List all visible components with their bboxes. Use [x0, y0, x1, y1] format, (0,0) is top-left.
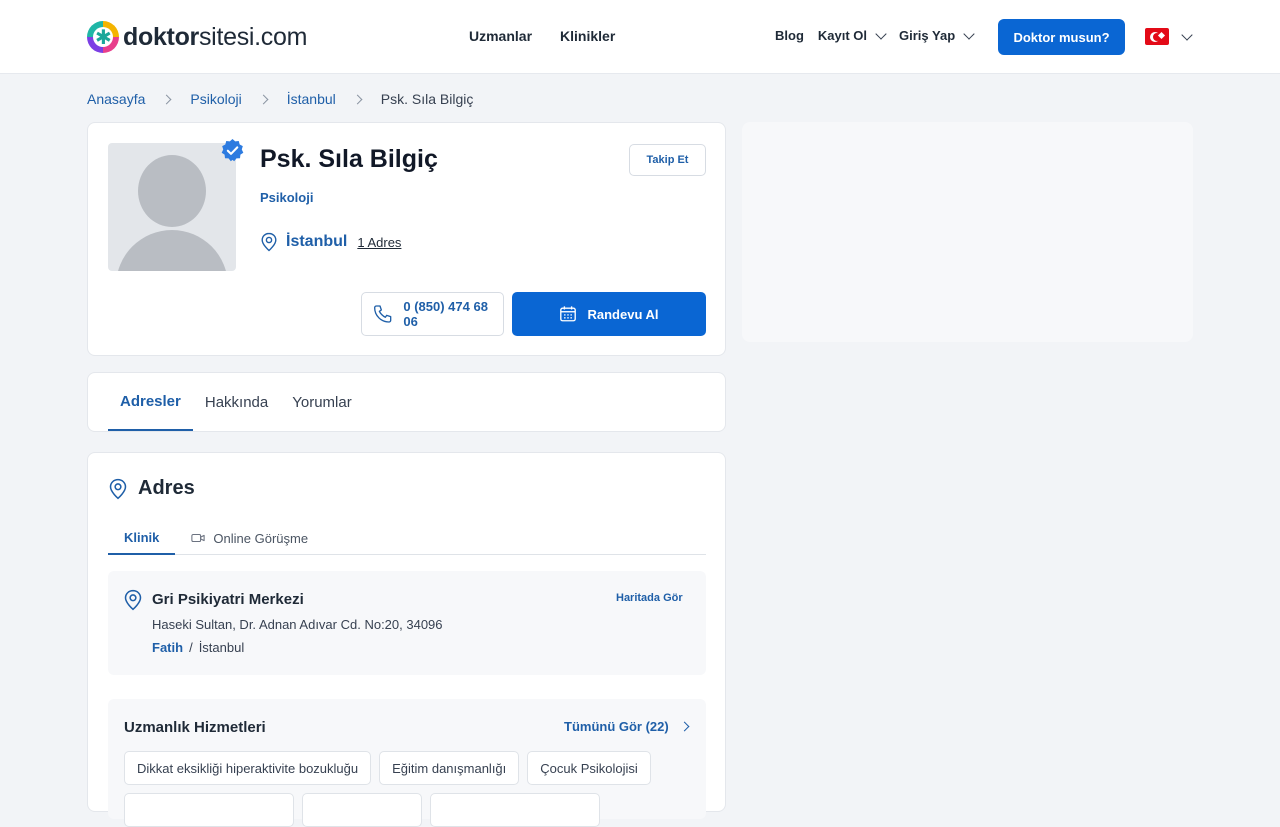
address-count-link[interactable]: 1 Adres [357, 235, 401, 250]
nav-klinikler[interactable]: Klinikler [560, 28, 615, 44]
logo-text: doktorsitesi.com [123, 22, 308, 51]
verified-badge-icon [221, 139, 244, 162]
service-chip[interactable]: Çocuk Psikolojisi [527, 751, 651, 785]
site-logo[interactable]: ✱ doktorsitesi.com [87, 21, 307, 53]
phone-number: 0 (850) 474 68 06 [403, 299, 488, 329]
appointment-button[interactable]: Randevu Al [512, 292, 706, 336]
profile-tabs-card: Adresler Hakkında Yorumlar [87, 372, 726, 432]
service-chip-partial[interactable] [430, 793, 600, 827]
chevron-right-icon [161, 94, 172, 104]
clinic-street: Haseki Sultan, Dr. Adnan Adıvar Cd. No:2… [152, 617, 443, 632]
chevron-right-icon [352, 94, 363, 104]
tab-adresler[interactable]: Adresler [108, 373, 193, 431]
doctor-location: İstanbul 1 Adres [260, 232, 401, 252]
breadcrumb-specialty[interactable]: Psikoloji [190, 91, 241, 107]
see-all-services-link[interactable]: Tümünü Gör (22) [564, 719, 690, 734]
nav-uzmanlar[interactable]: Uzmanlar [469, 28, 532, 44]
tab-online-gorusme[interactable]: Online Görüşme [175, 521, 324, 555]
service-chip-partial[interactable] [124, 793, 294, 827]
clinic-area: Fatih / İstanbul [152, 640, 244, 655]
tab-yorumlar[interactable]: Yorumlar [280, 373, 363, 431]
service-chips: Dikkat eksikliği hiperaktivite bozukluğu… [124, 751, 694, 827]
clinic-district[interactable]: Fatih [152, 640, 183, 655]
tab-online-label: Online Görüşme [213, 530, 309, 546]
phone-icon [374, 305, 392, 323]
clinic-city: İstanbul [198, 640, 245, 655]
location-pin-icon [109, 478, 127, 499]
location-pin-icon [261, 232, 277, 252]
breadcrumb-home[interactable]: Anasayfa [87, 91, 145, 107]
site-header: ✱ doktorsitesi.com Uzmanlar Klinikler Bl… [0, 0, 1280, 74]
clinic-address-box: Gri Psikiyatri Merkezi Haseki Sultan, Dr… [108, 571, 706, 675]
location-pin-icon [124, 589, 142, 611]
register-label: Kayıt Ol [817, 28, 868, 43]
avatar [108, 143, 236, 271]
chevron-down-icon [875, 27, 887, 40]
main-nav: Uzmanlar Klinikler [469, 28, 615, 44]
calendar-icon [560, 306, 577, 322]
chevron-right-icon [258, 94, 269, 104]
chevron-down-icon [1181, 28, 1193, 41]
tab-hakkinda[interactable]: Hakkında [193, 373, 280, 431]
services-box: Uzmanlık Hizmetleri Tümünü Gör (22) Dikk… [108, 699, 706, 827]
address-type-tabs: Klinik Online Görüşme [108, 521, 706, 555]
register-dropdown[interactable]: Kayıt Ol [817, 27, 887, 43]
services-title: Uzmanlık Hizmetleri [124, 719, 266, 736]
doctor-city[interactable]: İstanbul [286, 233, 347, 251]
appointment-label: Randevu Al [587, 306, 659, 322]
tab-klinik[interactable]: Klinik [108, 521, 176, 555]
doctor-cta-button[interactable]: Doktor musun? [998, 19, 1125, 55]
follow-button[interactable]: Takip Et [629, 144, 706, 176]
see-all-label: Tümünü Gör (22) [564, 719, 669, 734]
service-chip[interactable]: Dikkat eksikliği hiperaktivite bozukluğu [124, 751, 372, 785]
video-camera-icon [191, 533, 206, 543]
chevron-right-icon [679, 721, 690, 732]
doctor-name: Psk. Sıla Bilgiç [260, 145, 438, 173]
breadcrumb-current: Psk. Sıla Bilgiç [380, 91, 474, 107]
service-chip[interactable]: Eğitim danışmanlığı [379, 751, 520, 785]
breadcrumb-city[interactable]: İstanbul [287, 91, 336, 107]
breadcrumb: Anasayfa Psikoloji İstanbul Psk. Sıla Bi… [87, 91, 473, 107]
nav-blog[interactable]: Blog [775, 28, 804, 43]
side-panel-placeholder [742, 122, 1193, 342]
turkey-flag-icon [1145, 28, 1169, 45]
language-selector[interactable] [1145, 28, 1193, 45]
profile-tabs: Adresler Hakkında Yorumlar [108, 373, 364, 431]
login-dropdown[interactable]: Giriş Yap [899, 27, 975, 43]
doctor-profile-card: Psk. Sıla Bilgiç Psikoloji İstanbul 1 Ad… [87, 122, 726, 356]
address-title-label: Adres [138, 477, 195, 499]
logo-icon: ✱ [87, 21, 119, 53]
address-section-title: Adres [108, 477, 195, 500]
address-card: Adres Klinik Online Görüşme Gri Psikiyat… [87, 452, 726, 827]
clinic-name: Gri Psikiyatri Merkezi [152, 591, 304, 608]
chevron-down-icon [963, 27, 975, 40]
phone-button[interactable]: 0 (850) 474 68 06 [361, 292, 504, 336]
view-on-map-link[interactable]: Haritada Gör [616, 592, 683, 604]
service-chip-partial[interactable] [302, 793, 422, 827]
login-label: Giriş Yap [899, 28, 956, 43]
user-nav: Blog Kayıt Ol Giriş Yap [775, 27, 975, 43]
area-separator: / [189, 640, 193, 655]
doctor-specialty[interactable]: Psikoloji [260, 190, 313, 205]
